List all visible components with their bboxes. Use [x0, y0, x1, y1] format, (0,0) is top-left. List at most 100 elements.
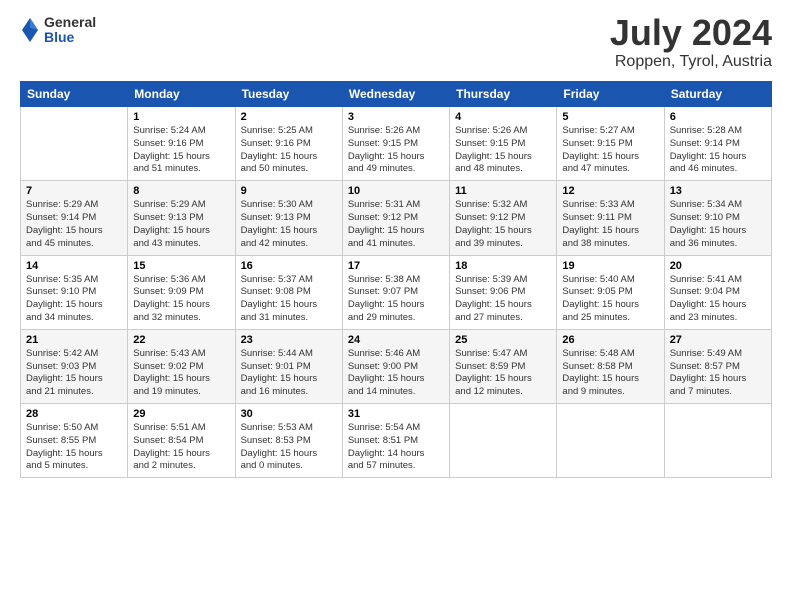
calendar-cell-w3-d1: 14 Sunrise: 5:35 AM Sunset: 9:10 PM Dayli… — [21, 255, 128, 329]
day-info: Sunrise: 5:35 AM Sunset: 9:10 PM Dayligh… — [26, 274, 122, 325]
col-wednesday: Wednesday — [342, 82, 449, 107]
day-number: 6 — [670, 111, 766, 123]
calendar-cell-w1-d5: 4 Sunrise: 5:26 AM Sunset: 9:15 PM Daylig… — [450, 107, 557, 181]
day-number: 19 — [562, 260, 658, 272]
calendar-cell-w3-d6: 19 Sunrise: 5:40 AM Sunset: 9:05 PM Dayli… — [557, 255, 664, 329]
calendar-cell-w2-d3: 9 Sunrise: 5:30 AM Sunset: 9:13 PM Daylig… — [235, 181, 342, 255]
calendar-cell-w1-d7: 6Sunrise: 5:28 AM Sunset: 9:14 PM Daylig… — [664, 107, 771, 181]
col-sunday: Sunday — [21, 82, 128, 107]
calendar-cell-w5-d5 — [450, 404, 557, 478]
day-info: Sunrise: 5:34 AM Sunset: 9:10 PM Dayligh… — [670, 199, 766, 250]
day-number: 27 — [670, 334, 766, 346]
calendar-week-4: 21Sunrise: 5:42 AM Sunset: 9:03 PM Dayli… — [21, 329, 772, 403]
day-number: 15 — [133, 260, 229, 272]
day-info: Sunrise: 5:54 AM Sunset: 8:51 PM Dayligh… — [348, 422, 444, 473]
calendar-cell-w5-d4: 31Sunrise: 5:54 AM Sunset: 8:51 PM Dayli… — [342, 404, 449, 478]
day-info: Sunrise: 5:24 AM Sunset: 9:16 PM Dayligh… — [133, 125, 229, 176]
calendar-cell-w4-d3: 23Sunrise: 5:44 AM Sunset: 9:01 PM Dayli… — [235, 329, 342, 403]
col-saturday: Saturday — [664, 82, 771, 107]
calendar-cell-w2-d6: 12Sunrise: 5:33 AM Sunset: 9:11 PM Dayli… — [557, 181, 664, 255]
day-info: Sunrise: 5:38 AM Sunset: 9:07 PM Dayligh… — [348, 274, 444, 325]
day-info: Sunrise: 5:27 AM Sunset: 9:15 PM Dayligh… — [562, 125, 658, 176]
day-info: Sunrise: 5:53 AM Sunset: 8:53 PM Dayligh… — [241, 422, 337, 473]
day-info: Sunrise: 5:41 AM Sunset: 9:04 PM Dayligh… — [670, 274, 766, 325]
calendar-cell-w1-d6: 5 Sunrise: 5:27 AM Sunset: 9:15 PM Daylig… — [557, 107, 664, 181]
title-block: July 2024 Roppen, Tyrol, Austria — [610, 15, 772, 71]
day-number: 26 — [562, 334, 658, 346]
calendar-cell-w5-d7 — [664, 404, 771, 478]
day-number: 17 — [348, 260, 444, 272]
day-info: Sunrise: 5:42 AM Sunset: 9:03 PM Dayligh… — [26, 348, 122, 399]
page: General Blue July 2024 Roppen, Tyrol, Au… — [0, 0, 792, 612]
calendar-cell-w3-d2: 15 Sunrise: 5:36 AM Sunset: 9:09 PM Dayli… — [128, 255, 235, 329]
day-number: 1 — [133, 111, 229, 123]
day-info: Sunrise: 5:48 AM Sunset: 8:58 PM Dayligh… — [562, 348, 658, 399]
day-info: Sunrise: 5:46 AM Sunset: 9:00 PM Dayligh… — [348, 348, 444, 399]
day-info: Sunrise: 5:29 AM Sunset: 9:13 PM Dayligh… — [133, 199, 229, 250]
calendar-week-5: 28 Sunrise: 5:50 AM Sunset: 8:55 PM Dayli… — [21, 404, 772, 478]
day-number: 7 — [26, 185, 122, 197]
calendar-cell-w1-d2: 1 Sunrise: 5:24 AM Sunset: 9:16 PM Daylig… — [128, 107, 235, 181]
day-number: 10 — [348, 185, 444, 197]
calendar-cell-w4-d2: 22 Sunrise: 5:43 AM Sunset: 9:02 PM Dayli… — [128, 329, 235, 403]
calendar-cell-w3-d4: 17 Sunrise: 5:38 AM Sunset: 9:07 PM Dayli… — [342, 255, 449, 329]
calendar-cell-w1-d1 — [21, 107, 128, 181]
day-info: Sunrise: 5:50 AM Sunset: 8:55 PM Dayligh… — [26, 422, 122, 473]
day-info: Sunrise: 5:26 AM Sunset: 9:15 PM Dayligh… — [348, 125, 444, 176]
calendar-cell-w2-d1: 7 Sunrise: 5:29 AM Sunset: 9:14 PM Daylig… — [21, 181, 128, 255]
day-info: Sunrise: 5:49 AM Sunset: 8:57 PM Dayligh… — [670, 348, 766, 399]
calendar-cell-w5-d1: 28 Sunrise: 5:50 AM Sunset: 8:55 PM Dayli… — [21, 404, 128, 478]
calendar-cell-w2-d4: 10 Sunrise: 5:31 AM Sunset: 9:12 PM Dayli… — [342, 181, 449, 255]
header: General Blue July 2024 Roppen, Tyrol, Au… — [20, 15, 772, 71]
calendar-header-row: Sunday Monday Tuesday Wednesday Thursday… — [21, 82, 772, 107]
calendar-location: Roppen, Tyrol, Austria — [610, 53, 772, 71]
day-number: 4 — [455, 111, 551, 123]
day-number: 25 — [455, 334, 551, 346]
logo-blue-text: Blue — [44, 30, 96, 45]
day-info: Sunrise: 5:29 AM Sunset: 9:14 PM Dayligh… — [26, 199, 122, 250]
day-number: 13 — [670, 185, 766, 197]
day-info: Sunrise: 5:26 AM Sunset: 9:15 PM Dayligh… — [455, 125, 551, 176]
day-number: 14 — [26, 260, 122, 272]
calendar-cell-w5-d3: 30 Sunrise: 5:53 AM Sunset: 8:53 PM Dayli… — [235, 404, 342, 478]
logo-general-text: General — [44, 15, 96, 30]
calendar-cell-w4-d4: 24Sunrise: 5:46 AM Sunset: 9:00 PM Dayli… — [342, 329, 449, 403]
logo-icon — [20, 16, 40, 44]
day-number: 20 — [670, 260, 766, 272]
calendar-cell-w4-d5: 25 Sunrise: 5:47 AM Sunset: 8:59 PM Dayli… — [450, 329, 557, 403]
day-info: Sunrise: 5:43 AM Sunset: 9:02 PM Dayligh… — [133, 348, 229, 399]
day-number: 5 — [562, 111, 658, 123]
day-info: Sunrise: 5:25 AM Sunset: 9:16 PM Dayligh… — [241, 125, 337, 176]
calendar-cell-w1-d3: 2Sunrise: 5:25 AM Sunset: 9:16 PM Daylig… — [235, 107, 342, 181]
col-monday: Monday — [128, 82, 235, 107]
day-info: Sunrise: 5:36 AM Sunset: 9:09 PM Dayligh… — [133, 274, 229, 325]
day-info: Sunrise: 5:40 AM Sunset: 9:05 PM Dayligh… — [562, 274, 658, 325]
day-info: Sunrise: 5:31 AM Sunset: 9:12 PM Dayligh… — [348, 199, 444, 250]
logo-text: General Blue — [44, 15, 96, 46]
calendar-week-3: 14 Sunrise: 5:35 AM Sunset: 9:10 PM Dayli… — [21, 255, 772, 329]
day-info: Sunrise: 5:37 AM Sunset: 9:08 PM Dayligh… — [241, 274, 337, 325]
day-info: Sunrise: 5:30 AM Sunset: 9:13 PM Dayligh… — [241, 199, 337, 250]
day-number: 12 — [562, 185, 658, 197]
calendar-table: Sunday Monday Tuesday Wednesday Thursday… — [20, 81, 772, 478]
calendar-cell-w4-d6: 26 Sunrise: 5:48 AM Sunset: 8:58 PM Dayli… — [557, 329, 664, 403]
col-friday: Friday — [557, 82, 664, 107]
calendar-cell-w3-d5: 18Sunrise: 5:39 AM Sunset: 9:06 PM Dayli… — [450, 255, 557, 329]
day-number: 16 — [241, 260, 337, 272]
calendar-cell-w2-d5: 11Sunrise: 5:32 AM Sunset: 9:12 PM Dayli… — [450, 181, 557, 255]
day-number: 18 — [455, 260, 551, 272]
calendar-cell-w1-d4: 3Sunrise: 5:26 AM Sunset: 9:15 PM Daylig… — [342, 107, 449, 181]
day-number: 9 — [241, 185, 337, 197]
calendar-cell-w5-d2: 29Sunrise: 5:51 AM Sunset: 8:54 PM Dayli… — [128, 404, 235, 478]
calendar-cell-w5-d6 — [557, 404, 664, 478]
day-info: Sunrise: 5:44 AM Sunset: 9:01 PM Dayligh… — [241, 348, 337, 399]
day-number: 30 — [241, 408, 337, 420]
day-number: 28 — [26, 408, 122, 420]
day-info: Sunrise: 5:47 AM Sunset: 8:59 PM Dayligh… — [455, 348, 551, 399]
col-tuesday: Tuesday — [235, 82, 342, 107]
calendar-cell-w3-d7: 20 Sunrise: 5:41 AM Sunset: 9:04 PM Dayli… — [664, 255, 771, 329]
logo: General Blue — [20, 15, 96, 46]
calendar-cell-w2-d2: 8Sunrise: 5:29 AM Sunset: 9:13 PM Daylig… — [128, 181, 235, 255]
day-number: 22 — [133, 334, 229, 346]
day-number: 11 — [455, 185, 551, 197]
